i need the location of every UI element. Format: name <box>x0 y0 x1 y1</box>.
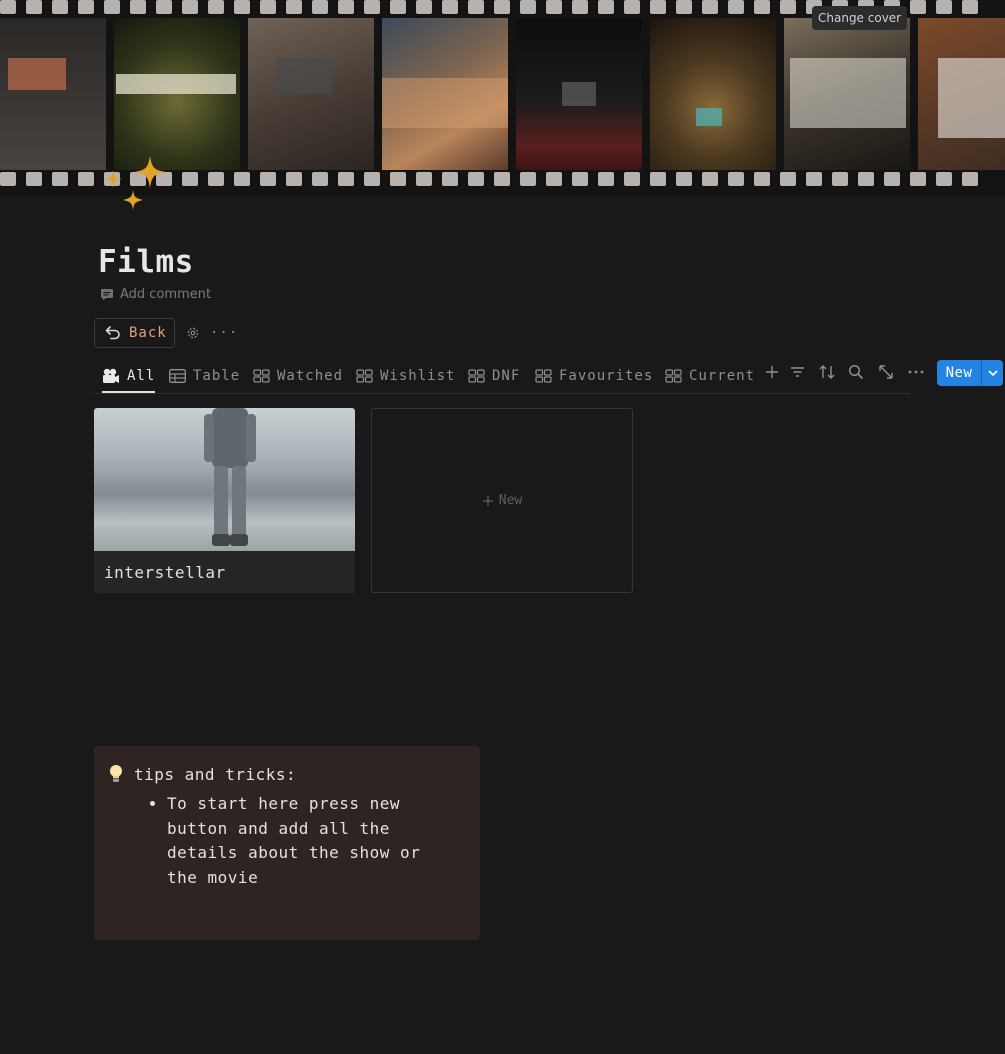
astronaut-image <box>204 408 256 546</box>
tab-label: DNF <box>492 368 521 384</box>
add-comment-label: Add comment <box>120 287 212 302</box>
tab-watched[interactable]: Watched <box>253 360 343 392</box>
cover-frame-bed <box>0 18 106 170</box>
filter-icon[interactable] <box>790 364 805 380</box>
card-title: interstellar <box>104 563 226 582</box>
tab-label: Wishlist <box>380 368 456 384</box>
new-card-label: New <box>498 493 523 508</box>
gallery-card[interactable]: interstellar <box>94 408 355 593</box>
tab-current[interactable]: Current <box>665 360 755 392</box>
expand-icon[interactable] <box>878 364 894 380</box>
film-camera-icon <box>103 368 119 383</box>
gallery-icon <box>253 369 270 383</box>
cover-frame-theater <box>516 18 642 170</box>
gallery-icon <box>356 369 373 383</box>
tab-label: Favourites <box>559 368 654 384</box>
comment-icon <box>101 289 113 301</box>
film-strip-frames <box>0 18 1005 170</box>
tab-label: Current <box>689 368 756 384</box>
cover-frame-marquee <box>114 18 240 170</box>
change-cover-button[interactable]: Change cover <box>812 6 908 30</box>
card-cover-image <box>94 408 355 551</box>
add-view-icon[interactable] <box>765 364 779 380</box>
tab-dnf[interactable]: DNF <box>468 360 520 392</box>
view-tabs: All Table Watched Wishlist DNF Favourite… <box>94 360 910 394</box>
back-button-label: Back <box>129 325 167 341</box>
tab-table[interactable]: Table <box>169 360 240 392</box>
back-button[interactable]: Back <box>94 318 175 348</box>
tab-wishlist[interactable]: Wishlist <box>356 360 455 392</box>
gear-icon[interactable] <box>186 326 200 340</box>
callout-bullet-list: To start here press new button and add a… <box>144 792 447 890</box>
plus-icon <box>482 495 493 506</box>
more-options-icon[interactable] <box>908 368 924 376</box>
cover-frame-tent <box>650 18 776 170</box>
tab-favourites[interactable]: Favourites <box>535 360 653 392</box>
callout-heading: tips and tricks: <box>108 764 296 784</box>
gallery-icon <box>665 369 682 383</box>
tab-all[interactable]: All <box>102 360 156 393</box>
search-icon[interactable] <box>848 364 864 380</box>
callout-block[interactable]: tips and tricks: To start here press new… <box>94 746 480 940</box>
cover-frame-clapper <box>784 18 910 170</box>
new-card-button[interactable]: New <box>371 408 633 593</box>
callout-bullet: To start here press new button and add a… <box>167 792 447 890</box>
add-comment-button[interactable]: Add comment <box>100 287 211 302</box>
new-dropdown-chevron-icon[interactable] <box>982 370 1003 376</box>
cover-frame-slate <box>918 18 1005 170</box>
callout-heading-text: tips and tricks: <box>134 764 297 784</box>
new-button[interactable]: New <box>937 360 1003 386</box>
cover-frame-tickets <box>382 18 508 170</box>
page-title[interactable]: Films <box>98 244 194 280</box>
tab-label: Watched <box>277 368 344 384</box>
tab-label: Table <box>193 368 241 384</box>
new-button-label: New <box>945 365 973 381</box>
sparkles-icon[interactable] <box>100 152 170 218</box>
gallery-icon <box>468 369 485 383</box>
cover-frame-laptop <box>248 18 374 170</box>
sort-icon[interactable] <box>819 364 835 380</box>
page-more-options-icon[interactable]: ··· <box>210 325 238 341</box>
undo-arrow-icon <box>105 326 120 340</box>
light-bulb-icon <box>110 765 122 782</box>
gallery-icon <box>535 369 552 383</box>
table-icon <box>169 369 186 383</box>
tab-label: All <box>127 367 156 384</box>
